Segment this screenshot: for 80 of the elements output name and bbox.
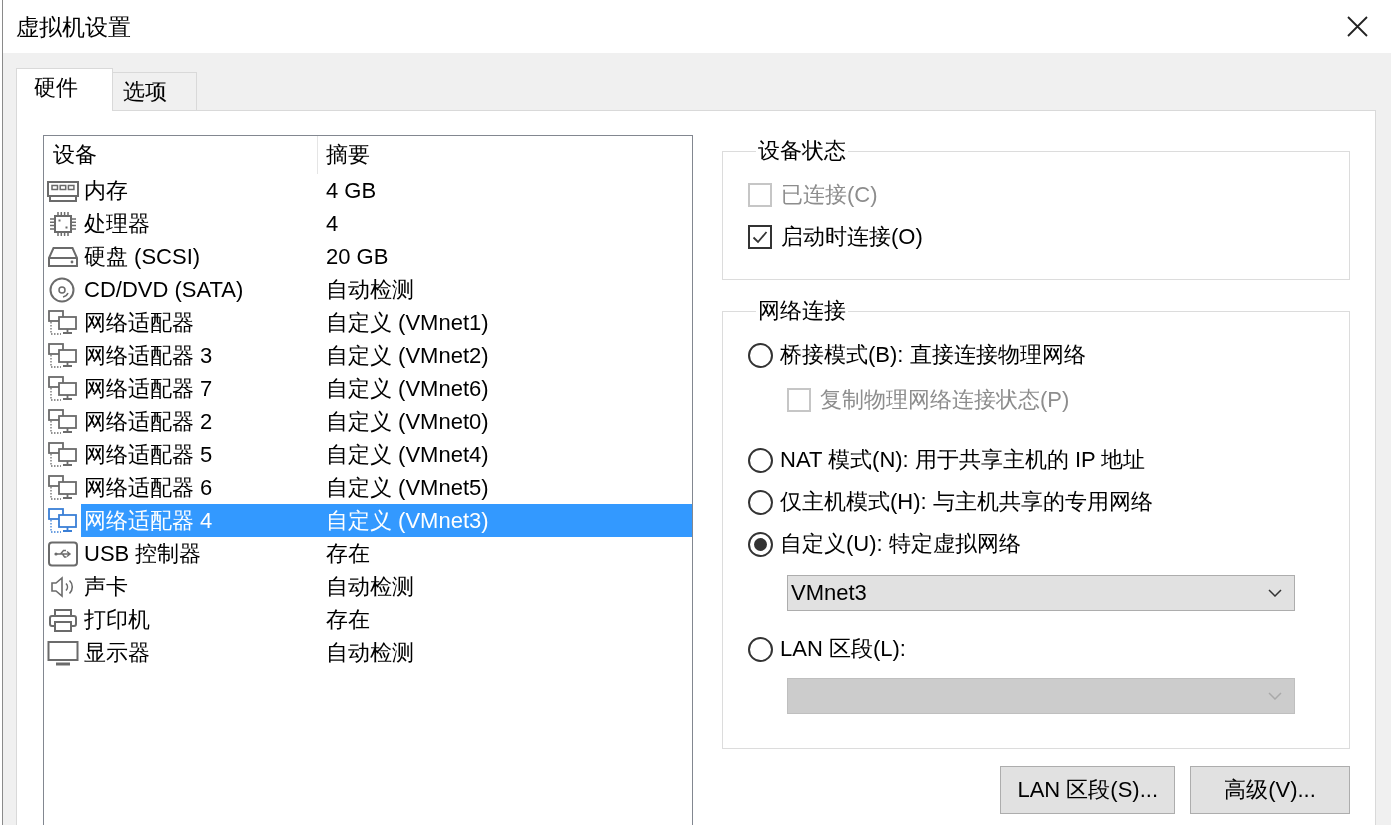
device-row[interactable]: CD/DVD (SATA) 自动检测: [81, 273, 692, 306]
network-icon: [47, 408, 79, 435]
device-name: 网络适配器 7: [83, 374, 214, 403]
chevron-down-icon: [1268, 589, 1282, 597]
network-select[interactable]: VMnet3: [787, 575, 1295, 611]
usb-icon: [47, 540, 79, 567]
device-summary: 自定义 (VMnet6): [325, 374, 489, 403]
device-summary: 自定义 (VMnet5): [325, 473, 489, 502]
device-row[interactable]: 处理器 4: [81, 207, 692, 240]
device-summary: 自定义 (VMnet2): [325, 341, 489, 370]
device-summary: 自动检测: [325, 638, 414, 667]
checkbox[interactable]: [748, 225, 772, 249]
device-name: 网络适配器: [83, 308, 195, 337]
network-icon: [47, 474, 79, 501]
device-summary: 自定义 (VMnet4): [325, 440, 489, 469]
printer-icon: [47, 606, 79, 633]
device-name: 网络适配器 6: [83, 473, 214, 502]
device-name: 显示器: [83, 638, 151, 667]
device-row[interactable]: 网络适配器 3 自定义 (VMnet2): [81, 339, 692, 372]
tab[interactable]: 硬件: [16, 68, 113, 111]
device-row[interactable]: 网络适配器 5 自定义 (VMnet4): [81, 438, 692, 471]
device-row[interactable]: 打印机 存在: [81, 603, 692, 636]
device-row[interactable]: USB 控制器 存在: [81, 537, 692, 570]
device-name: USB 控制器: [83, 539, 203, 568]
chip-icon: [47, 210, 79, 237]
radio-button[interactable]: [748, 447, 773, 473]
device-summary: 20 GB: [325, 242, 389, 271]
device-summary: 存在: [325, 605, 370, 634]
device-row[interactable]: 网络适配器 自定义 (VMnet1): [81, 306, 692, 339]
group-title: 网络连接: [757, 297, 847, 325]
network-icon: [47, 507, 79, 534]
window-title: 虚拟机设置: [16, 12, 131, 42]
device-row[interactable]: 显示器 自动检测: [81, 636, 692, 669]
device-name: 内存: [83, 176, 129, 205]
radio-label[interactable]: LAN 区段(L):: [780, 634, 906, 664]
device-summary: 自定义 (VMnet0): [325, 407, 489, 436]
device-row[interactable]: 声卡 自动检测: [81, 570, 692, 603]
device-name: 处理器: [83, 209, 151, 238]
column-header[interactable]: 设备: [44, 136, 318, 174]
checkbox-label[interactable]: 启动时连接(O): [781, 222, 923, 252]
network-icon: [47, 309, 79, 336]
network-icon: [47, 375, 79, 402]
device-name: CD/DVD (SATA): [83, 275, 245, 304]
device-row[interactable]: 网络适配器 6 自定义 (VMnet5): [81, 471, 692, 504]
radio-button[interactable]: [748, 531, 773, 557]
radio-label[interactable]: NAT 模式(N): 用于共享主机的 IP 地址: [780, 445, 1146, 475]
device-row[interactable]: 网络适配器 2 自定义 (VMnet0): [81, 405, 692, 438]
device-summary: 自定义 (VMnet3): [325, 506, 489, 535]
radio-button[interactable]: [748, 342, 773, 368]
device-name: 网络适配器 5: [83, 440, 214, 469]
device-name: 网络适配器 4: [83, 506, 214, 535]
device-name: 网络适配器 2: [83, 407, 214, 436]
device-name: 声卡: [83, 572, 129, 601]
close-icon[interactable]: [1347, 16, 1368, 37]
device-row[interactable]: 硬盘 (SCSI) 20 GB: [81, 240, 692, 273]
dialog-button[interactable]: LAN 区段(S)...: [1000, 766, 1175, 814]
chevron-down-icon: [1268, 692, 1282, 700]
device-row[interactable]: 内存 4 GB: [81, 174, 692, 207]
radio-label[interactable]: 桥接模式(B): 直接连接物理网络: [780, 340, 1086, 370]
device-name: 打印机: [83, 605, 151, 634]
device-summary: 自定义 (VMnet1): [325, 308, 489, 337]
radio-button[interactable]: [748, 636, 773, 662]
device-name: 网络适配器 3: [83, 341, 214, 370]
device-summary: 4 GB: [325, 176, 377, 205]
network-icon: [47, 342, 79, 369]
device-name: 硬盘 (SCSI): [83, 242, 202, 271]
device-summary: 4: [325, 209, 339, 238]
radio-label[interactable]: 仅主机模式(H): 与主机共享的专用网络: [780, 487, 1153, 517]
radio-label[interactable]: 自定义(U): 特定虚拟网络: [780, 529, 1021, 559]
radio-button[interactable]: [748, 489, 773, 515]
dialog-button[interactable]: 高级(V)...: [1190, 766, 1350, 814]
column-header[interactable]: 摘要: [318, 136, 692, 174]
device-summary: 自动检测: [325, 572, 414, 601]
group-title: 设备状态: [757, 137, 847, 165]
network-icon: [47, 441, 79, 468]
monitor-icon: [47, 639, 79, 666]
device-summary: 存在: [325, 539, 370, 568]
device-summary: 自动检测: [325, 275, 414, 304]
tab[interactable]: 选项: [112, 72, 197, 110]
device-row[interactable]: 网络适配器 7 自定义 (VMnet6): [81, 372, 692, 405]
